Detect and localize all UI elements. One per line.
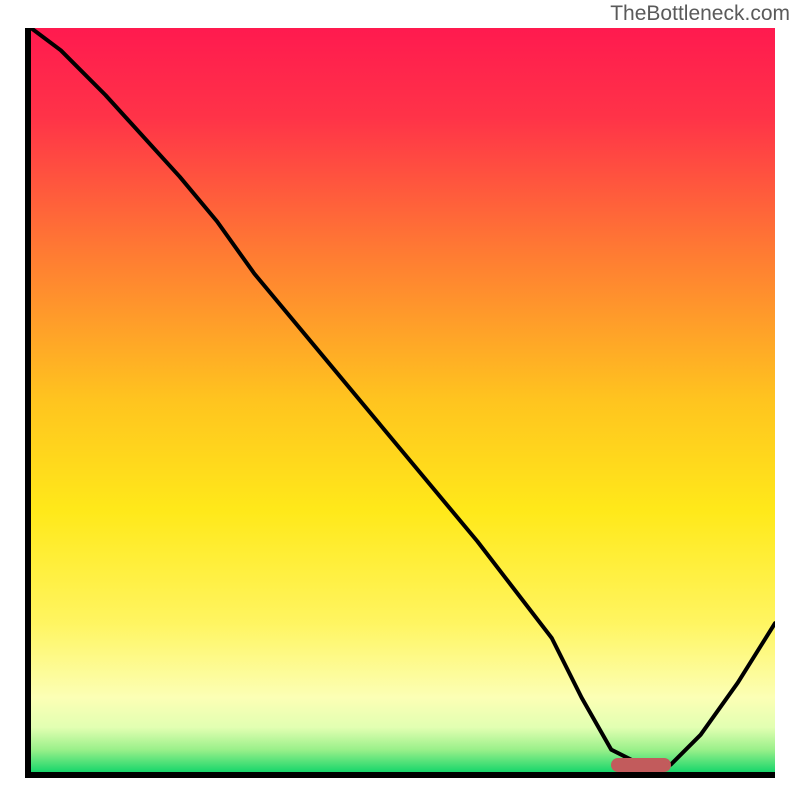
chart-container: TheBottleneck.com xyxy=(0,0,800,800)
plot-frame xyxy=(25,28,775,778)
watermark-text: TheBottleneck.com xyxy=(610,2,790,26)
bottleneck-curve xyxy=(31,28,775,772)
optimal-range-marker xyxy=(611,758,671,772)
